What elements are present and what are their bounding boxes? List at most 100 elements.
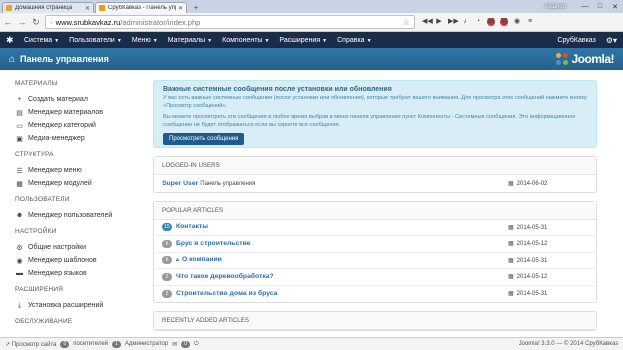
play-icon[interactable]: ▶	[435, 18, 443, 26]
sidebar-item-menu-manager[interactable]: ☰ Менеджер меню	[15, 164, 143, 177]
sidebar-item-global-config[interactable]: ⚙ Общие настройки	[15, 241, 143, 254]
article-cell: 2 Строительство дома из бруса	[162, 289, 508, 298]
close-tab-icon[interactable]: ✕	[178, 5, 183, 12]
sidebar-item-module-manager[interactable]: ▦ Менеджер модулей	[15, 177, 143, 190]
sidebar-item-media-manager[interactable]: ▣ Медиа-менеджер	[15, 132, 143, 145]
menu-users[interactable]: Пользователи ▼	[69, 37, 122, 44]
sidebar-item-category-manager[interactable]: ▭ Менеджер категорий	[15, 119, 143, 132]
calendar-icon: ▦	[508, 180, 514, 187]
admins-count: 1	[112, 340, 121, 348]
view-site-link[interactable]: ↗ Просмотр сайта	[5, 341, 56, 348]
menu-components[interactable]: Компоненты ▼	[222, 37, 269, 44]
table-row: 2 Строительство дома из бруса ▦ 2014-05-31	[154, 286, 596, 303]
bookmark-star-icon[interactable]: ☆	[403, 18, 410, 27]
date-cell: ▦ 2014-05-31	[508, 257, 588, 264]
menu-system[interactable]: Система ▼	[24, 37, 59, 44]
next-track-icon[interactable]: ▶▶	[448, 18, 459, 26]
url-field[interactable]: ▫ www.srubkavkaz.ru /administrator/index…	[45, 15, 415, 29]
date-cell: ▦ 2014-05-12	[508, 273, 588, 280]
forward-icon[interactable]: →	[17, 17, 27, 27]
article-link[interactable]: О компании	[182, 256, 222, 263]
menu-extensions[interactable]: Расширения ▼	[279, 37, 327, 44]
lock-icon: 🔒︎	[176, 257, 179, 264]
minimize-icon[interactable]: —	[579, 3, 591, 10]
extension-icon[interactable]: ◔	[474, 18, 482, 26]
profile-name[interactable]: Aslanoo	[544, 4, 566, 10]
article-link[interactable]: Контакты	[176, 223, 208, 230]
folder-icon: ▭	[16, 122, 23, 130]
music-icon[interactable]: ♪	[461, 18, 469, 26]
panel-title: LOGGED-IN USERS	[154, 157, 596, 175]
joomla-logo-icon[interactable]: ✱	[6, 35, 16, 45]
admins-label: Администратор	[124, 341, 169, 347]
browser-tabbar: Домашняя страница ✕ СрубКавказ - Панель …	[0, 0, 623, 13]
reload-icon[interactable]: ↻	[31, 17, 41, 28]
logout-icon[interactable]: ⏻	[194, 341, 199, 348]
close-tab-icon[interactable]: ✕	[85, 5, 90, 12]
sidebar-item-user-manager[interactable]: ☻ Менеджер пользователей	[15, 209, 143, 222]
menu-label: Справка	[337, 36, 365, 44]
alert-text: Вы можете просмотреть эти сообщения в лю…	[163, 114, 576, 128]
browser-tab-home[interactable]: Домашняя страница ✕	[2, 2, 94, 13]
sidebar-section-extensions: РАСШИРЕНИЯ ⤓ Установка расширений	[15, 286, 143, 312]
copyright: Joomla! 3.3.0 — © 2014 СрубКавказ	[518, 341, 618, 347]
menu-menus[interactable]: Меню ▼	[132, 37, 158, 44]
date-text: 2014-06-02	[516, 180, 548, 187]
date-text: 2014-05-31	[516, 224, 548, 231]
article-link[interactable]: Брус в строительстве	[176, 240, 250, 247]
article-link[interactable]: Что такое деревообработка?	[176, 273, 274, 280]
gear-icon: ⚙	[16, 244, 23, 252]
user-name-link[interactable]: Super User	[162, 180, 198, 187]
sidebar-item-new-article[interactable]: + Создать материал	[15, 93, 143, 106]
notification-badge[interactable]: 88	[487, 18, 495, 26]
popular-articles-panel: POPULAR ARTICLES 15 Контакты ▦ 2014-05-31 …	[153, 200, 597, 303]
address-bar-row: ← → ↻ ▫ www.srubkavkaz.ru /administrator…	[0, 13, 623, 32]
menu-label: Расширения	[279, 36, 321, 44]
visitors-count: 0	[60, 340, 70, 348]
doc-icon: ▤	[16, 109, 23, 117]
sidebar-section-settings: НАСТРОЙКИ ⚙ Общие настройки ◉ Менеджер шаб…	[15, 228, 143, 280]
view-messages-button[interactable]: Просмотреть сообщения	[163, 133, 245, 146]
user-name-cell: Super User Панель управления	[162, 180, 508, 187]
notification-badge[interactable]: 39	[500, 18, 508, 26]
menu-help[interactable]: Справка ▼	[337, 37, 371, 44]
gear-icon[interactable]: ⚙▾	[606, 36, 617, 45]
caret-down-icon: ▼	[322, 37, 328, 44]
date-text: 2014-05-12	[516, 241, 548, 248]
menu-label: Материалы	[167, 36, 206, 44]
sidebar-item-label: Общие настройки	[28, 244, 87, 251]
messages-icon: ✉	[172, 341, 178, 348]
site-name-link[interactable]: СрубКавказ	[557, 37, 595, 44]
menu-label: Компоненты	[222, 36, 263, 44]
plus-icon: +	[17, 96, 22, 103]
admin-topnav: ✱ Система ▼ Пользователи ▼ Меню ▼ Материалы…	[0, 32, 623, 48]
maximize-icon[interactable]: □	[594, 3, 606, 10]
prev-track-icon[interactable]: ◀◀	[422, 18, 433, 26]
section-title: ПОЛЬЗОВАТЕЛИ	[15, 196, 70, 203]
sidebar-item-label: Менеджер шаблонов	[28, 257, 97, 264]
date-cell: ▦ 2014-05-31	[508, 224, 588, 231]
list-icon: ☰	[16, 167, 23, 175]
sidebar-item-label: Менеджер категорий	[28, 122, 96, 129]
menu-label: Меню	[131, 36, 151, 44]
menu-content[interactable]: Материалы ▼	[168, 37, 212, 44]
panel-title: POPULAR ARTICLES	[154, 201, 596, 220]
date-cell: ▦ 2014-06-02	[508, 180, 588, 187]
joomla-mark-icon	[556, 53, 569, 65]
back-icon[interactable]: ←	[3, 17, 13, 27]
page-title: Панель управления	[20, 54, 109, 64]
sidebar-item-install-extensions[interactable]: ⤓ Установка расширений	[15, 299, 143, 312]
sidebar-item-template-manager[interactable]: ◉ Менеджер шаблонов	[15, 254, 143, 267]
caret-down-icon: ▼	[264, 37, 270, 44]
browser-tab-admin[interactable]: СрубКавказ - Панель упра ✕	[95, 2, 187, 13]
sidebar: МАТЕРИАЛЫ + Создать материал ▤ Менеджер ма…	[0, 70, 143, 337]
menu-icon[interactable]: ≡	[526, 18, 534, 26]
view-site-label: Просмотр сайта	[11, 341, 57, 348]
sidebar-item-language-manager[interactable]: ▬ Менеджер языков	[15, 267, 143, 280]
article-link[interactable]: Строительство дома из бруса	[176, 290, 278, 297]
sidebar-section-users: ПОЛЬЗОВАТЕЛИ ☻ Менеджер пользователей	[15, 196, 143, 222]
close-window-icon[interactable]: ✕	[609, 3, 621, 11]
extension-icon[interactable]: ◉	[513, 18, 521, 26]
new-tab-button[interactable]: +	[190, 3, 202, 13]
sidebar-item-article-manager[interactable]: ▤ Менеджер материалов	[15, 106, 143, 119]
